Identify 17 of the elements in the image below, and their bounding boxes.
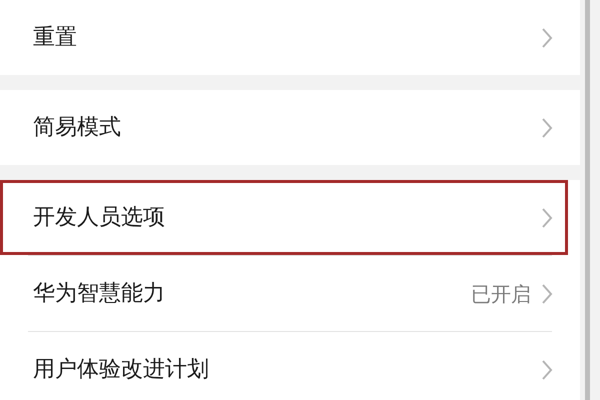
settings-item[interactable]: 华为智慧能力 已开启 <box>0 256 568 331</box>
item-label: 开发人员选项 <box>33 204 165 232</box>
chevron-right-icon <box>541 358 553 380</box>
item-label: 华为智慧能力 <box>33 280 165 308</box>
settings-item[interactable]: 重置 <box>0 0 568 75</box>
chevron-right-icon <box>541 116 553 138</box>
item-label: 重置 <box>33 24 77 52</box>
item-label: 简易模式 <box>33 114 121 142</box>
chevron-right-icon <box>541 282 553 304</box>
chevron-right-icon <box>541 206 553 228</box>
item-value: 已开启 <box>471 280 531 308</box>
chevron-right-icon <box>541 26 553 48</box>
item-label: 用户体验改进计划 <box>33 356 209 384</box>
settings-item[interactable]: 简易模式 <box>0 90 568 165</box>
scrollbar[interactable] <box>585 0 590 400</box>
settings-item[interactable]: 开发人员选项 <box>0 180 568 255</box>
settings-item[interactable]: 用户体验改进计划 <box>0 332 568 400</box>
